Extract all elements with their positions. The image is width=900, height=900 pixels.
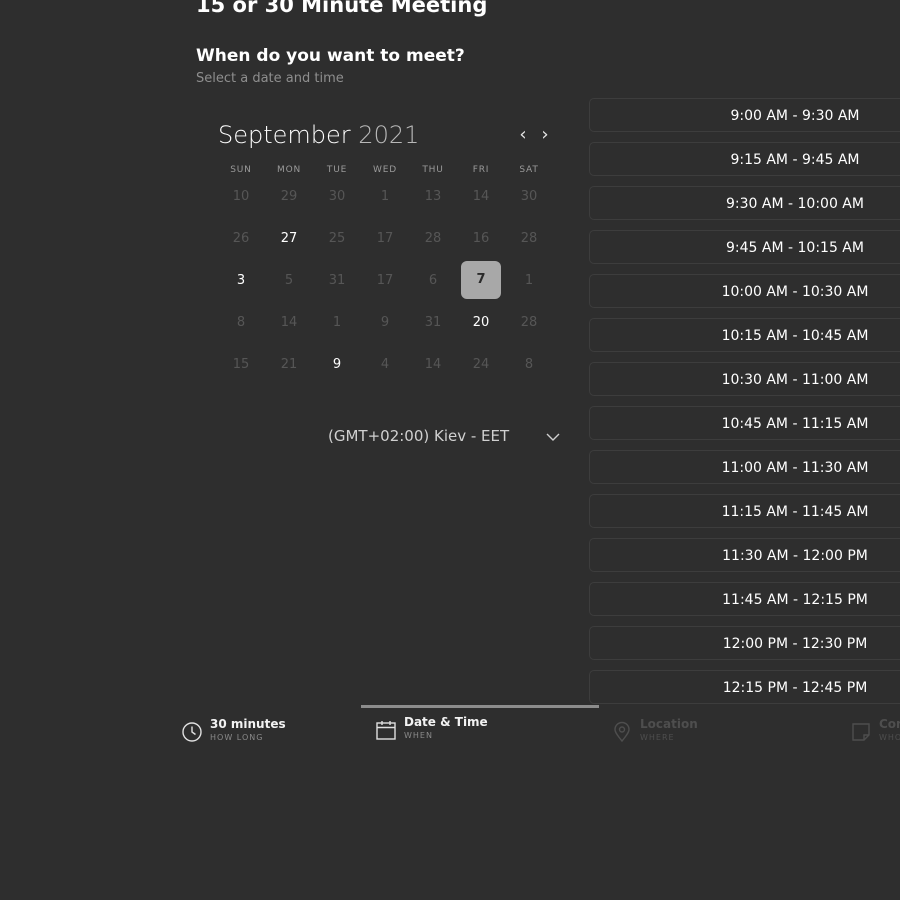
chevron-right-icon: › [541,124,549,145]
calendar-week: 3 5 31 17 6 7 1 [217,259,553,301]
calendar-day: 15 [232,356,250,372]
clock-icon [182,722,202,742]
step-title: Location [640,717,698,731]
location-pin-icon [614,721,630,743]
question-heading: When do you want to meet? [196,46,465,66]
next-month-button[interactable]: › [536,124,554,146]
calendar-day: 29 [280,188,298,204]
calendar-day[interactable]: 9 [313,357,361,372]
note-icon [852,723,870,741]
step-title: Confirm [879,717,900,731]
timezone-label: (GMT+02:00) Kiev - EET [328,427,510,445]
weekday-label: FRI [472,165,490,175]
month-title: September 2021 [218,121,419,149]
calendar-day: 14 [280,314,298,330]
time-slot-button[interactable]: 10:45 AM - 11:15 AM [589,406,900,440]
time-slot-button[interactable]: 12:15 PM - 12:45 PM [589,670,900,704]
calendar-week: 15 21 9 4 14 24 8 [217,343,553,385]
page-title: 15 or 30 Minute Meeting [196,0,488,17]
step-title: Date & Time [404,715,488,729]
weekday-label: MON [277,165,301,175]
weekday-label: SUN [230,165,252,175]
chevron-down-icon[interactable] [545,429,561,445]
calendar-day: 14 [472,188,490,204]
time-slot-button[interactable]: 10:15 AM - 10:45 AM [589,318,900,352]
weekday-label: THU [422,165,444,175]
calendar-week: 10 29 30 1 13 14 30 [217,175,553,217]
calendar-day[interactable]: 7 [457,261,505,299]
time-slot-button[interactable]: 11:45 AM - 12:15 PM [589,582,900,616]
prev-month-button[interactable]: ‹ [514,124,532,146]
month-year: 2021 [358,121,420,149]
calendar-day: 1 [332,314,342,330]
time-slot-button[interactable]: 10:00 AM - 10:30 AM [589,274,900,308]
calendar-day: 5 [284,272,294,288]
weekday-header: SUN MON TUE WED THU FRI SAT [217,165,553,175]
step-title: 30 minutes [210,717,286,731]
calendar-week: 26 27 25 17 28 16 28 [217,217,553,259]
time-slot-list: 9:00 AM - 9:30 AM 9:15 AM - 9:45 AM 9:30 A… [589,98,900,714]
step-subtitle: WHERE [640,733,675,742]
selected-day[interactable]: 7 [461,261,501,299]
calendar-day: 4 [380,356,390,372]
weekday-label: WED [373,165,397,175]
calendar-day: 28 [520,314,538,330]
calendar-day: 28 [424,230,442,246]
weekday-label: TUE [326,165,348,175]
time-slot-button[interactable]: 9:45 AM - 10:15 AM [589,230,900,264]
calendar-day[interactable]: 3 [217,273,265,288]
calendar-day: 1 [524,272,534,288]
step-location[interactable]: Location WHERE [611,717,698,743]
time-slot-button[interactable]: 11:15 AM - 11:45 AM [589,494,900,528]
calendar-day: 30 [520,188,538,204]
time-slot-button[interactable]: 11:30 AM - 12:00 PM [589,538,900,572]
calendar-day: 21 [280,356,298,372]
calendar-grid: SUN MON TUE WED THU FRI SAT 10 29 30 1 13 14 3… [217,165,553,385]
calendar-day: 1 [380,188,390,204]
calendar-day: 25 [328,230,346,246]
calendar-day: 10 [232,188,250,204]
time-slot-button[interactable]: 11:00 AM - 11:30 AM [589,450,900,484]
calendar-day: 8 [524,356,534,372]
timezone-select[interactable]: (GMT+02:00) Kiev - EET [328,427,564,449]
time-slot-button[interactable]: 9:15 AM - 9:45 AM [589,142,900,176]
time-slot-button[interactable]: 9:00 AM - 9:30 AM [589,98,900,132]
step-progress-bar [361,705,599,708]
calendar-day: 17 [376,272,394,288]
step-duration[interactable]: 30 minutes HOW LONG [181,717,286,743]
calendar-day: 13 [424,188,442,204]
calendar-day: 6 [428,272,438,288]
calendar-icon [376,721,396,740]
calendar-day: 28 [520,230,538,246]
calendar-day[interactable]: 27 [265,231,313,246]
step-subtitle: WHEN [404,731,433,740]
weekday-label: SAT [519,165,539,175]
calendar-day: 26 [232,230,250,246]
calendar-day: 16 [472,230,490,246]
time-slot-button[interactable]: 12:00 PM - 12:30 PM [589,626,900,660]
calendar-weeks: 10 29 30 1 13 14 30 26 27 25 17 28 16 28 3 5 31 17 6 7 1 8 14 1… [217,175,553,385]
calendar-day: 8 [236,314,246,330]
calendar-day: 31 [328,272,346,288]
calendar-day: 30 [328,188,346,204]
chevron-left-icon: ‹ [519,124,527,145]
time-slot-button[interactable]: 10:30 AM - 11:00 AM [589,362,900,396]
question-subtitle: Select a date and time [196,71,344,86]
step-subtitle: WHO [879,733,900,742]
step-subtitle: HOW LONG [210,733,264,742]
calendar-day[interactable]: 20 [457,315,505,330]
calendar-day: 31 [424,314,442,330]
step-confirm[interactable]: Confirm WHO [850,717,900,743]
time-slot-button[interactable]: 9:30 AM - 10:00 AM [589,186,900,220]
calendar-week: 8 14 1 9 31 20 28 [217,301,553,343]
calendar-day: 14 [424,356,442,372]
calendar-day: 9 [380,314,390,330]
step-date-time[interactable]: Date & Time WHEN [375,715,488,741]
month-name: September [218,121,351,149]
calendar-day: 24 [472,356,490,372]
calendar-day: 17 [376,230,394,246]
